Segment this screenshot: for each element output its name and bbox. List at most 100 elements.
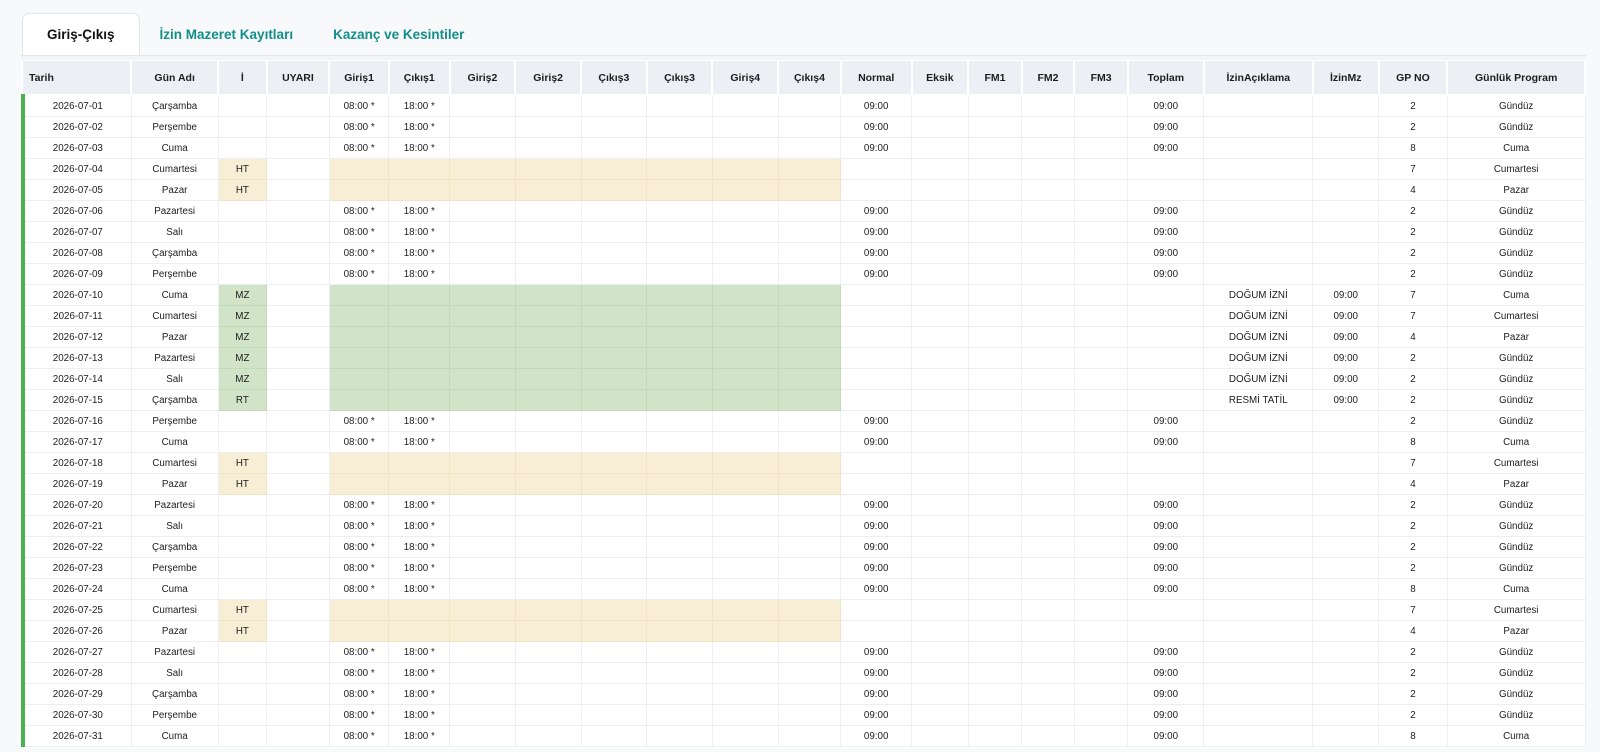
normal-hours-cell[interactable] [840, 347, 913, 369]
fm2-cell[interactable] [1021, 641, 1075, 663]
time-cell[interactable] [515, 473, 582, 495]
time-cell[interactable] [515, 683, 582, 705]
time-cell[interactable] [449, 158, 516, 180]
total-cell[interactable] [1127, 347, 1205, 369]
fm2-cell[interactable] [1021, 137, 1075, 159]
fm1-cell[interactable] [968, 599, 1023, 621]
exit1-cell[interactable]: 18:00 * [388, 494, 451, 516]
normal-hours-cell[interactable]: 09:00 [840, 725, 913, 747]
time-cell[interactable] [581, 263, 648, 285]
normal-hours-cell[interactable] [840, 305, 913, 327]
time-cell[interactable] [449, 599, 516, 621]
time-cell[interactable] [778, 305, 842, 327]
date-cell[interactable]: 2026-07-01 [20, 95, 132, 117]
leave-hours-cell[interactable] [1312, 137, 1380, 159]
date-cell[interactable]: 2026-07-02 [20, 116, 132, 138]
leave-hours-cell[interactable]: 09:00 [1312, 368, 1380, 390]
time-cell[interactable] [778, 725, 842, 747]
leave-description-cell[interactable]: DOĞUM İZNİ [1203, 284, 1314, 306]
column-header[interactable]: İzinAçıklama [1203, 61, 1314, 96]
missing-cell[interactable] [911, 263, 969, 285]
fm3-cell[interactable] [1074, 263, 1129, 285]
daily-program-cell[interactable]: Pazar [1447, 179, 1586, 201]
gp-no-cell[interactable]: 7 [1378, 284, 1448, 306]
exit1-cell[interactable]: 18:00 * [388, 137, 451, 159]
time-cell[interactable] [515, 137, 582, 159]
total-cell[interactable] [1127, 284, 1205, 306]
fm2-cell[interactable] [1021, 326, 1075, 348]
time-cell[interactable] [515, 599, 582, 621]
time-cell[interactable] [778, 473, 842, 495]
gp-no-cell[interactable]: 8 [1378, 578, 1448, 600]
daily-program-cell[interactable]: Cumartesi [1447, 305, 1586, 327]
fm1-cell[interactable] [968, 242, 1023, 264]
daily-program-cell[interactable]: Pazar [1447, 620, 1586, 642]
gp-no-cell[interactable]: 8 [1378, 431, 1448, 453]
gp-no-cell[interactable]: 2 [1378, 200, 1448, 222]
status-code-cell[interactable]: MZ [218, 284, 268, 306]
day-name-cell[interactable]: Cuma [131, 137, 219, 159]
time-cell[interactable] [646, 158, 713, 180]
leave-hours-cell[interactable] [1312, 431, 1380, 453]
normal-hours-cell[interactable] [840, 158, 913, 180]
fm3-cell[interactable] [1074, 158, 1129, 180]
leave-description-cell[interactable]: DOĞUM İZNİ [1203, 326, 1314, 348]
total-cell[interactable]: 09:00 [1127, 137, 1205, 159]
warning-cell[interactable] [266, 725, 330, 747]
time-cell[interactable] [515, 641, 582, 663]
daily-program-cell[interactable]: Gündüz [1447, 662, 1586, 684]
total-cell[interactable]: 09:00 [1127, 200, 1205, 222]
normal-hours-cell[interactable] [840, 599, 913, 621]
warning-cell[interactable] [266, 326, 330, 348]
leave-hours-cell[interactable] [1312, 158, 1380, 180]
exit1-cell[interactable] [388, 620, 451, 642]
fm2-cell[interactable] [1021, 305, 1075, 327]
fm1-cell[interactable] [968, 557, 1023, 579]
leave-hours-cell[interactable] [1312, 620, 1380, 642]
fm1-cell[interactable] [968, 515, 1023, 537]
day-name-cell[interactable]: Cumartesi [131, 158, 219, 180]
table-row[interactable]: 2026-07-11 Cumartesi MZ DOĞUM İZNİ 09:00 7 Cum… [20, 305, 1586, 327]
leave-description-cell[interactable]: DOĞUM İZNİ [1203, 368, 1314, 390]
gp-no-cell[interactable]: 2 [1378, 494, 1448, 516]
total-cell[interactable]: 09:00 [1127, 683, 1205, 705]
fm3-cell[interactable] [1074, 620, 1129, 642]
time-cell[interactable] [646, 200, 713, 222]
total-cell[interactable]: 09:00 [1127, 494, 1205, 516]
time-cell[interactable] [646, 347, 713, 369]
time-cell[interactable] [778, 704, 842, 726]
exit1-cell[interactable] [388, 368, 451, 390]
gp-no-cell[interactable]: 2 [1378, 683, 1448, 705]
missing-cell[interactable] [911, 326, 969, 348]
date-cell[interactable]: 2026-07-05 [20, 179, 132, 201]
status-code-cell[interactable]: HT [218, 599, 268, 621]
fm3-cell[interactable] [1074, 515, 1129, 537]
table-row[interactable]: 2026-07-16 Perşembe 08:00 * 18:00 * 09:00 09:… [20, 410, 1586, 432]
total-cell[interactable]: 09:00 [1127, 242, 1205, 264]
normal-hours-cell[interactable]: 09:00 [840, 683, 913, 705]
leave-hours-cell[interactable] [1312, 683, 1380, 705]
warning-cell[interactable] [266, 473, 330, 495]
time-cell[interactable] [515, 179, 582, 201]
warning-cell[interactable] [266, 137, 330, 159]
fm1-cell[interactable] [968, 179, 1023, 201]
table-row[interactable]: 2026-07-22 Çarşamba 08:00 * 18:00 * 09:00 09:… [20, 536, 1586, 558]
entry1-cell[interactable] [329, 620, 390, 642]
fm3-cell[interactable] [1074, 368, 1129, 390]
entry1-cell[interactable]: 08:00 * [329, 494, 390, 516]
total-cell[interactable] [1127, 452, 1205, 474]
normal-hours-cell[interactable] [840, 284, 913, 306]
fm1-cell[interactable] [968, 305, 1023, 327]
time-cell[interactable] [712, 116, 779, 138]
date-cell[interactable]: 2026-07-28 [20, 662, 132, 684]
fm3-cell[interactable] [1074, 662, 1129, 684]
time-cell[interactable] [646, 578, 713, 600]
day-name-cell[interactable]: Cuma [131, 578, 219, 600]
warning-cell[interactable] [266, 179, 330, 201]
time-cell[interactable] [581, 179, 648, 201]
exit1-cell[interactable] [388, 599, 451, 621]
gp-no-cell[interactable]: 2 [1378, 95, 1448, 117]
fm2-cell[interactable] [1021, 494, 1075, 516]
fm2-cell[interactable] [1021, 620, 1075, 642]
leave-description-cell[interactable] [1203, 536, 1314, 558]
